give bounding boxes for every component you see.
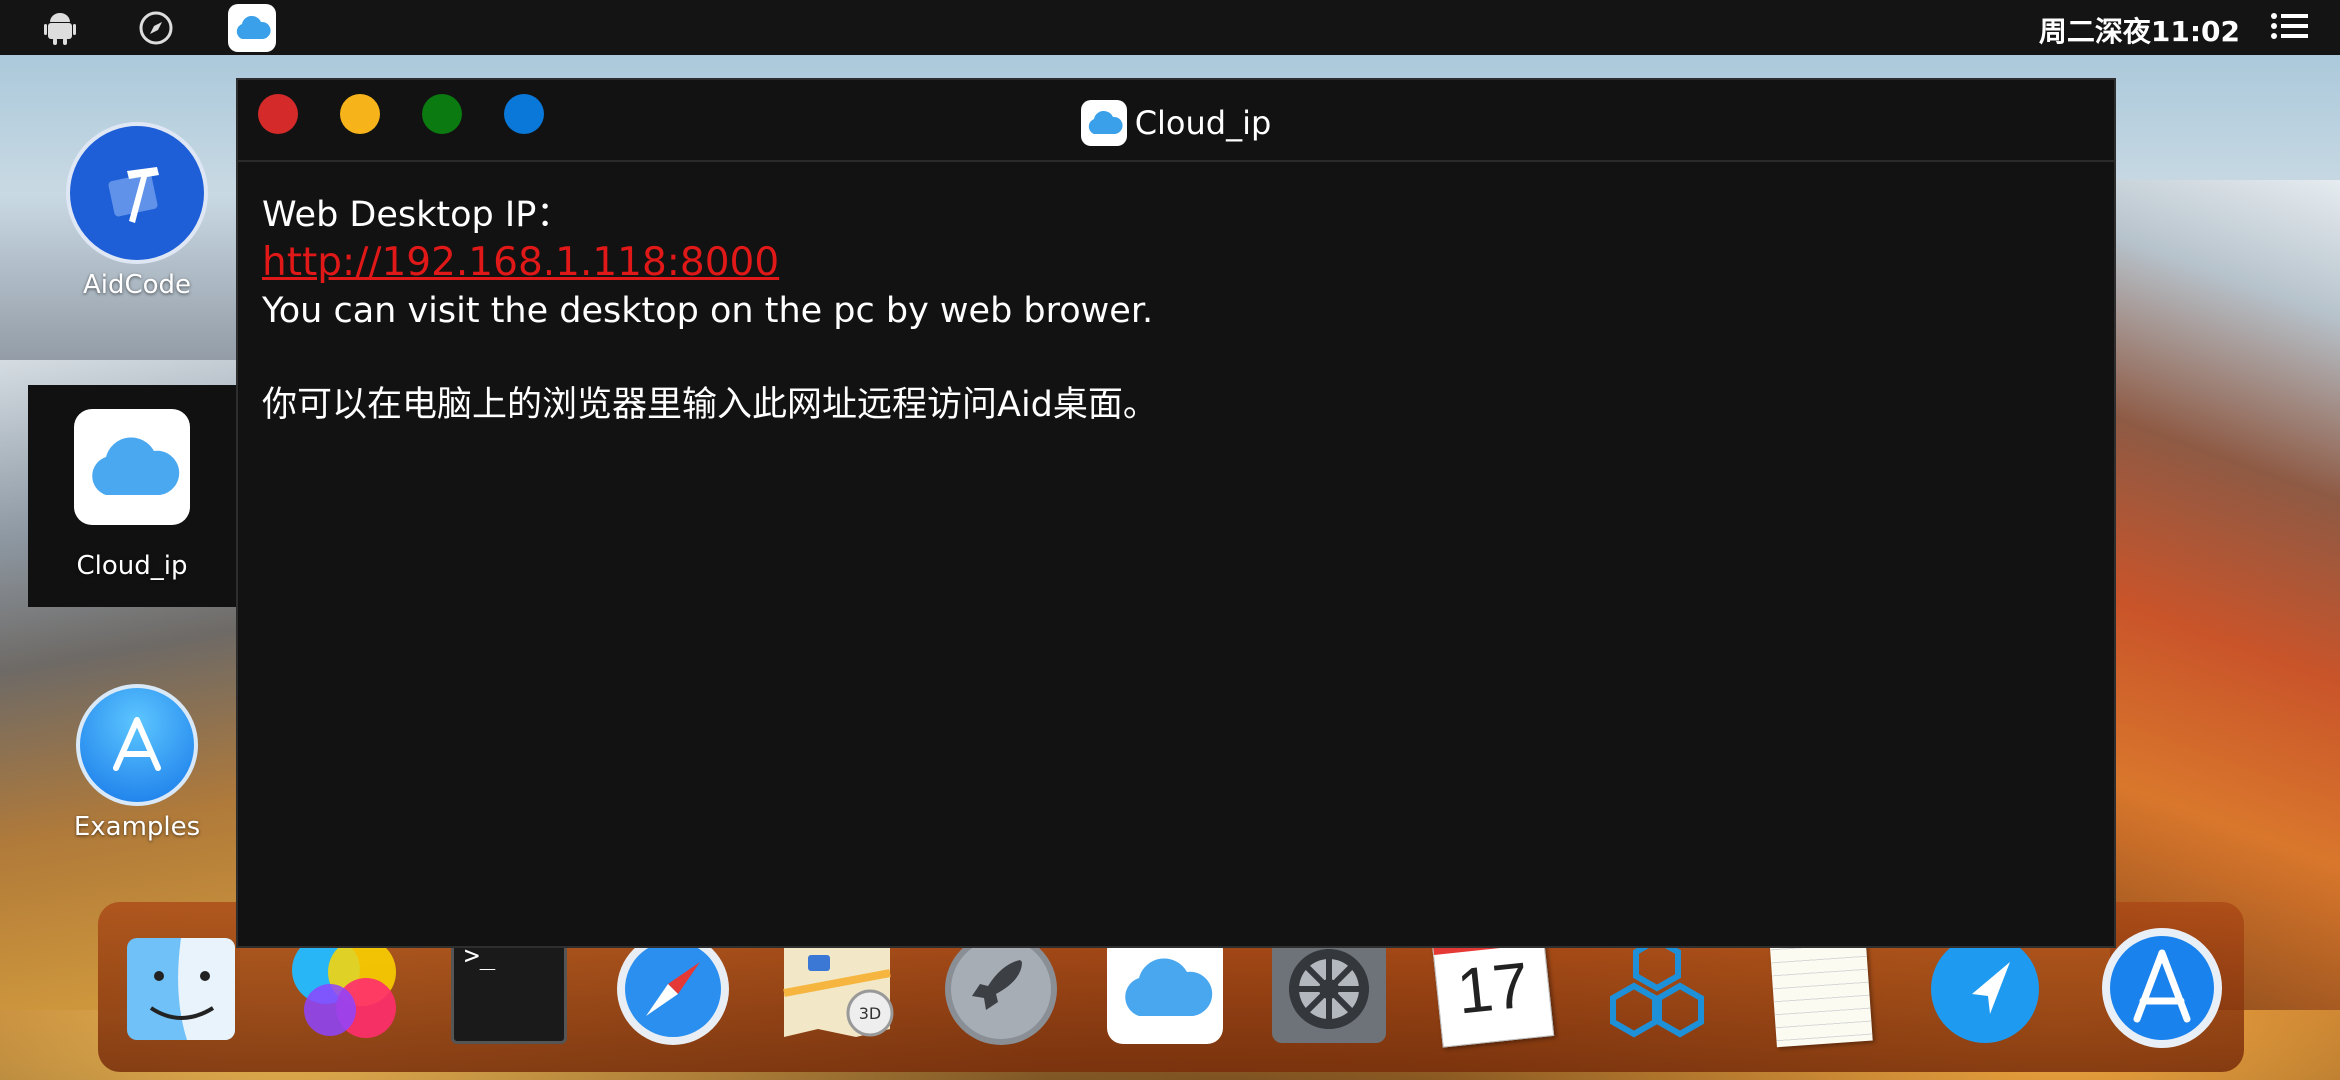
app-store-icon[interactable] [2098,924,2226,1052]
desktop-item-label: Examples [73,812,201,842]
app-store-icon [76,684,198,806]
svg-text:3D: 3D [859,1004,882,1023]
window-title-text: Cloud_ip [1134,104,1272,142]
ip-heading: Web Desktop IP： [262,195,572,235]
instruction-english: You can visit the desktop on the pc by w… [262,291,1154,331]
hammer-app-icon [66,122,208,264]
desktop-item-aidcode[interactable]: AidCode [32,122,242,300]
desktop-item-examples[interactable]: Examples [32,684,242,842]
cloud-icon[interactable] [228,4,276,52]
clock-time: 周二深夜11:02 [2038,15,2240,48]
cloud-icon [74,409,190,525]
top-menu-bar: 周二深夜11:02 [0,0,2340,55]
window-title: Cloud_ip [238,100,2114,146]
desktop-item-label: AidCode [82,270,192,300]
finder-icon[interactable] [122,930,240,1048]
terminal-prompt: >_ [451,934,567,1044]
desktop-item-label: Cloud_ip [76,551,188,581]
calendar-day: 17 [1453,948,1533,1028]
window-titlebar[interactable]: Cloud_ip [238,80,2114,162]
android-icon[interactable] [40,8,80,48]
cloud-icon [1080,100,1127,146]
cloud-ip-window: Cloud_ip Web Desktop IP： http://192.168.… [236,78,2116,948]
instruction-chinese: 你可以在电脑上的浏览器里输入此网址远程访问Aid桌面。 [262,385,1158,425]
window-content: Web Desktop IP： http://192.168.1.118:800… [238,162,2114,459]
menu-icon[interactable] [2270,12,2310,44]
desktop-item-cloud-ip[interactable]: Cloud_ip [28,385,236,607]
desktop-url-link[interactable]: http://192.168.1.118:8000 [262,240,779,285]
wallpaper-mountain-right [2110,180,2340,1010]
compass-icon[interactable] [136,8,176,48]
